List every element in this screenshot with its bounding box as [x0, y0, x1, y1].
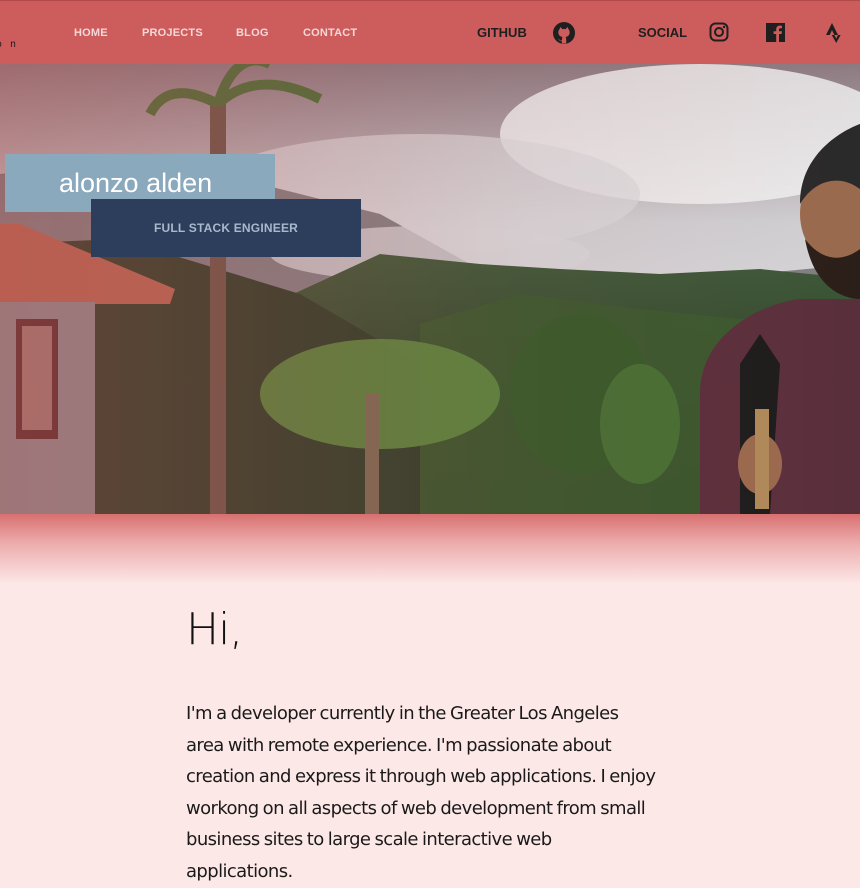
strava-icon[interactable]	[825, 23, 843, 48]
logo-line: o n	[0, 39, 18, 50]
instagram-icon[interactable]	[709, 22, 729, 47]
social-label: SOCIAL	[638, 25, 688, 40]
greeting-heading: Hi,	[186, 604, 243, 655]
facebook-icon[interactable]	[766, 23, 785, 47]
nav-link-blog[interactable]: BLOG	[236, 27, 269, 39]
github-icon[interactable]	[552, 21, 576, 50]
nav-link-home[interactable]: HOME	[74, 27, 108, 39]
bio-paragraph: I'm a developer currently in the Greater…	[186, 703, 656, 882]
hero-image	[0, 64, 860, 514]
nav-link-contact[interactable]: CONTACT	[303, 27, 357, 39]
nav-link-projects[interactable]: PROJECTS	[142, 27, 203, 39]
hero-fade	[0, 514, 860, 584]
top-nav: o n - a e n HOME PROJECTS BLOG CONTACT G…	[0, 0, 860, 122]
github-label: GITHUB	[477, 25, 527, 40]
hero-title: FULL STACK ENGINEER	[91, 199, 361, 257]
